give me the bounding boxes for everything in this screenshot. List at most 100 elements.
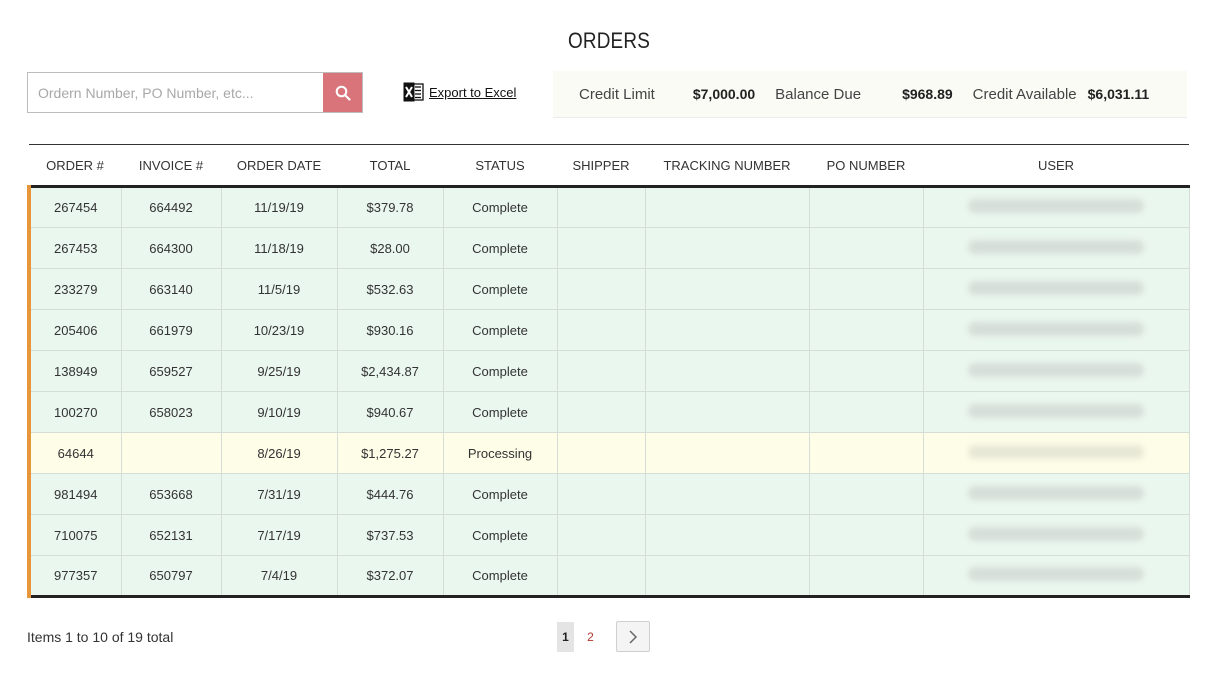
redacted-user-name: [968, 239, 1144, 254]
order-status-cell: Complete: [442, 391, 558, 433]
user-cell: [922, 555, 1190, 598]
shipper-cell: [556, 432, 646, 474]
invoice-number-cell: [120, 432, 222, 474]
page-1-button[interactable]: 1: [557, 621, 574, 652]
invoice-number-cell: 652131: [120, 514, 222, 556]
order-status-cell: Processing: [442, 432, 558, 474]
redacted-user-name: [968, 321, 1144, 336]
po-number-cell: [808, 186, 924, 228]
order-date-cell: 11/5/19: [220, 268, 338, 310]
table-row[interactable]: 64644 8/26/19 $1,275.27 Processing: [27, 432, 1190, 474]
redacted-user-name: [968, 567, 1144, 581]
po-number-cell: [808, 514, 924, 556]
balance-due-label: Balance Due: [775, 85, 862, 103]
user-cell: [922, 350, 1190, 392]
table-row[interactable]: 233279 663140 11/5/19 $532.63 Complete: [27, 268, 1190, 310]
order-number-cell: 981494: [27, 473, 122, 515]
table-row[interactable]: 138949 659527 9/25/19 $2,434.87 Complete: [27, 350, 1190, 392]
order-date-cell: 10/23/19: [220, 309, 338, 351]
search-input[interactable]: [28, 73, 323, 112]
user-cell: [922, 432, 1190, 474]
column-header-user[interactable]: USER: [923, 144, 1189, 188]
tracking-number-cell: [644, 350, 810, 392]
shipper-cell: [556, 391, 646, 433]
shipper-cell: [556, 268, 646, 310]
order-number-cell: 233279: [27, 268, 122, 310]
search-button[interactable]: [323, 73, 362, 112]
invoice-number-cell: 661979: [120, 309, 222, 351]
invoice-number-cell: 663140: [120, 268, 222, 310]
column-header-total[interactable]: TOTAL: [337, 144, 443, 188]
column-header-po-number[interactable]: PO NUMBER: [809, 144, 923, 188]
table-row[interactable]: 100270 658023 9/10/19 $940.67 Complete: [27, 391, 1190, 433]
redacted-user-name: [968, 444, 1144, 459]
order-total-cell: $940.67: [336, 391, 444, 433]
invoice-number-cell: 653668: [120, 473, 222, 515]
invoice-number-cell: 658023: [120, 391, 222, 433]
order-status-cell: Complete: [442, 555, 558, 598]
order-number-cell: 267454: [27, 186, 122, 228]
table-row[interactable]: 981494 653668 7/31/19 $444.76 Complete: [27, 473, 1190, 515]
user-cell: [922, 514, 1190, 556]
redacted-user-name: [968, 362, 1144, 377]
table-row[interactable]: 710075 652131 7/17/19 $737.53 Complete: [27, 514, 1190, 556]
table-row[interactable]: 977357 650797 7/4/19 $372.07 Complete: [27, 555, 1190, 598]
table-header-row: ORDER # INVOICE # ORDER DATE TOTAL STATU…: [29, 144, 1189, 188]
po-number-cell: [808, 309, 924, 351]
redacted-user-name: [968, 403, 1144, 418]
shipper-cell: [556, 473, 646, 515]
tracking-number-cell: [644, 227, 810, 269]
column-header-order-date[interactable]: ORDER DATE: [221, 144, 337, 188]
credit-limit-value: $7,000.00: [692, 86, 756, 102]
order-date-cell: 9/10/19: [220, 391, 338, 433]
order-total-cell: $930.16: [336, 309, 444, 351]
order-status-cell: Complete: [442, 473, 558, 515]
column-header-shipper[interactable]: SHIPPER: [557, 144, 645, 188]
user-cell: [922, 473, 1190, 515]
shipper-cell: [556, 555, 646, 598]
user-cell: [922, 186, 1190, 228]
next-page-button[interactable]: [616, 621, 650, 652]
tracking-number-cell: [644, 473, 810, 515]
page-2-button[interactable]: 2: [582, 622, 599, 652]
order-date-cell: 7/17/19: [220, 514, 338, 556]
search-box: [27, 72, 363, 113]
po-number-cell: [808, 391, 924, 433]
export-label: Export to Excel: [429, 84, 517, 100]
order-total-cell: $1,275.27: [336, 432, 444, 474]
shipper-cell: [556, 186, 646, 228]
redacted-user-name: [968, 526, 1144, 541]
column-header-order[interactable]: ORDER #: [29, 144, 121, 188]
shipper-cell: [556, 309, 646, 351]
redacted-user-name: [968, 199, 1144, 213]
order-number-cell: 205406: [27, 309, 122, 351]
po-number-cell: [808, 473, 924, 515]
table-row[interactable]: 267454 664492 11/19/19 $379.78 Complete: [27, 186, 1190, 228]
order-number-cell: 710075: [27, 514, 122, 556]
tracking-number-cell: [644, 309, 810, 351]
column-header-invoice[interactable]: INVOICE #: [121, 144, 221, 188]
tracking-number-cell: [644, 268, 810, 310]
orders-table: ORDER # INVOICE # ORDER DATE TOTAL STATU…: [27, 144, 1190, 598]
shipper-cell: [556, 514, 646, 556]
order-status-cell: Complete: [442, 309, 558, 351]
order-number-cell: 267453: [27, 227, 122, 269]
order-status-cell: Complete: [442, 350, 558, 392]
column-header-tracking-number[interactable]: TRACKING NUMBER: [645, 144, 809, 188]
order-total-cell: $28.00: [336, 227, 444, 269]
table-row[interactable]: 205406 661979 10/23/19 $930.16 Complete: [27, 309, 1190, 351]
pagination: 1 2: [557, 621, 650, 652]
table-row[interactable]: 267453 664300 11/18/19 $28.00 Complete: [27, 227, 1190, 269]
column-header-status[interactable]: STATUS: [443, 144, 557, 188]
export-to-excel-link[interactable]: Export to Excel: [403, 82, 516, 102]
tracking-number-cell: [644, 514, 810, 556]
invoice-number-cell: 659527: [120, 350, 222, 392]
shipper-cell: [556, 227, 646, 269]
po-number-cell: [808, 268, 924, 310]
user-cell: [922, 227, 1190, 269]
po-number-cell: [808, 227, 924, 269]
order-number-cell: 138949: [27, 350, 122, 392]
order-date-cell: 11/18/19: [220, 227, 338, 269]
credit-available-label: Credit Available: [972, 85, 1077, 103]
invoice-number-cell: 664492: [120, 186, 222, 228]
